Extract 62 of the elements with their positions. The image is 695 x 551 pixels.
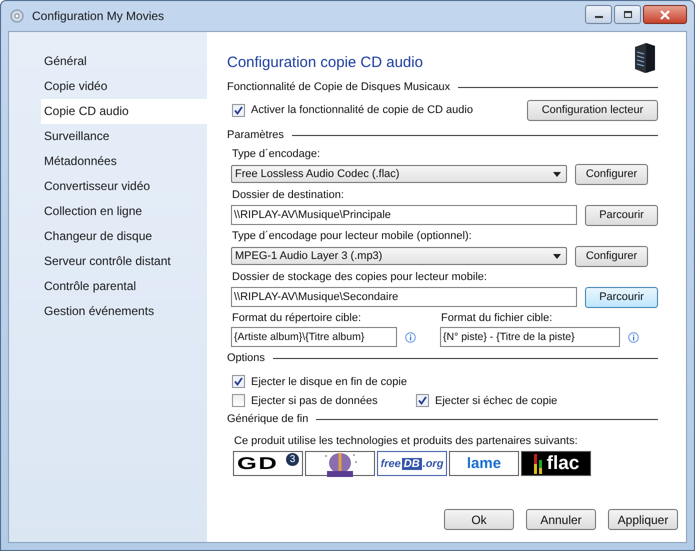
field-label: Dossier de destination: — [231, 188, 345, 203]
checkbox[interactable] — [232, 104, 245, 116]
sidebar-item[interactable]: Surveillance — [42, 124, 207, 149]
field-label: Format du répertoire cible: — [231, 311, 362, 326]
sidebar-item[interactable]: Serveur contrôle distant — [42, 249, 207, 274]
info-icon[interactable] — [628, 332, 639, 342]
sidebar-item[interactable]: Contrôle parental — [42, 274, 207, 299]
configure-button[interactable]: Configurer — [575, 246, 648, 266]
close-button[interactable] — [643, 5, 687, 24]
checkbox[interactable] — [232, 394, 245, 407]
configure-button[interactable]: Configurer — [575, 164, 648, 184]
sidebar-item[interactable]: Changeur de disque — [42, 224, 207, 249]
dialog-button[interactable]: Appliquer — [608, 509, 678, 530]
server-icon — [632, 42, 658, 74]
sidebar-item[interactable]: Gestion événements — [42, 299, 207, 324]
folder-path-field[interactable]: \\RIPLAY-AV\Musique\Principale — [231, 205, 577, 225]
sidebar-item[interactable]: Général — [42, 49, 207, 74]
dialog-button[interactable]: Annuler — [526, 509, 596, 530]
browse-button[interactable]: Parcourir — [585, 204, 658, 226]
credits-text: Ce produit utilise les technologies et produits des partenaires suivants: — [233, 434, 579, 449]
info-icon[interactable] — [405, 332, 416, 342]
flac-logo: flac — [521, 451, 591, 476]
sidebar-item[interactable]: Convertisseur vidéo — [42, 174, 207, 199]
section-heading: Générique de fin — [227, 413, 308, 425]
minimize-button[interactable] — [585, 5, 612, 24]
field-label: Type d´encodage: — [231, 147, 322, 162]
section-heading: Paramètres — [227, 129, 284, 141]
maximize-icon — [622, 10, 632, 18]
app-icon — [10, 9, 24, 23]
browse-button[interactable]: Parcourir — [585, 286, 658, 308]
maximize-button[interactable] — [614, 5, 641, 24]
checkbox-label: Ejecter si pas de données — [251, 394, 378, 406]
configure-player-button[interactable]: Configuration lecteur — [527, 100, 658, 120]
folder-path-field[interactable]: \\RIPLAY-AV\Musique\Secondaire — [231, 287, 577, 307]
sidebar-item[interactable]: Métadonnées — [42, 149, 207, 174]
field-label: Type d´encodage pour lecteur mobile (optionnel): — [231, 229, 473, 244]
dialog-button[interactable]: Ok — [444, 509, 514, 530]
page-title: Configuration copie CD audio — [227, 54, 423, 71]
field-label: Format du fichier cible: — [440, 311, 554, 326]
encoding-dropdown[interactable]: Free Lossless Audio Codec (.flac) — [231, 165, 567, 183]
checkbox-label: Ejecter si échec de copie — [435, 394, 558, 406]
freedb-logo: free DB .org — [377, 451, 447, 476]
field-label: Dossier de stockage des copies pour lecteur mobile: — [231, 270, 488, 285]
checkbox[interactable] — [232, 375, 245, 388]
dropdown-caret-icon — [553, 172, 561, 176]
gd-logo: GD 3 — [233, 451, 303, 476]
section-heading: Options — [227, 352, 265, 364]
checkbox-label: Ejecter le disque en fin de copie — [251, 376, 407, 388]
format-field[interactable]: {Artiste album}\{Titre album} — [231, 327, 397, 347]
sidebar-item[interactable]: Collection en ligne — [42, 199, 207, 224]
encoding-dropdown[interactable]: MPEG-1 Audio Layer 3 (.mp3) — [231, 247, 567, 265]
format-field[interactable]: {N° piste} - {Titre de la piste} — [440, 327, 620, 347]
section-heading: Fonctionnalité de Copie de Disques Musicaux — [227, 81, 450, 93]
dropdown-caret-icon — [553, 254, 561, 258]
brain-logo — [305, 451, 375, 476]
window-title: Configuration My Movies — [32, 9, 166, 23]
close-icon — [659, 10, 671, 20]
lame-logo: lame — [449, 451, 519, 476]
checkbox-label: Activer la fonctionnalité de copie de CD audio — [251, 104, 473, 116]
checkbox[interactable] — [416, 394, 429, 407]
sidebar-item[interactable]: Copie vidéo — [42, 74, 207, 99]
sidebar-item[interactable]: Copie CD audio — [41, 99, 207, 124]
